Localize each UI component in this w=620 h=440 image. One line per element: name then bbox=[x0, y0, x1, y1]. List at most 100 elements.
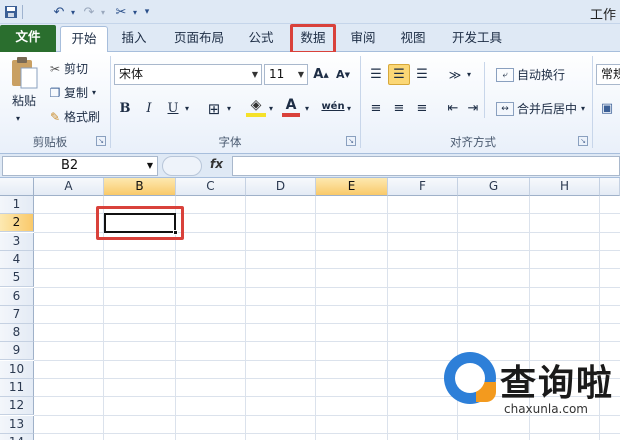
font-color-dropdown-icon[interactable]: ▾ bbox=[302, 98, 312, 119]
grow-font-button[interactable]: A ▲ bbox=[312, 64, 330, 85]
format-painter-button[interactable]: ✎ 格式刷 bbox=[46, 108, 100, 125]
watermark-name: 查询啦 bbox=[500, 363, 615, 404]
select-all-corner[interactable] bbox=[0, 178, 34, 196]
paste-label: 粘贴 bbox=[11, 94, 36, 108]
shrink-font-button[interactable]: A ▼ bbox=[334, 64, 352, 85]
alignment-launcher-icon[interactable]: ↘ bbox=[578, 136, 588, 146]
copy-dropdown-icon[interactable]: ▾ bbox=[92, 88, 96, 97]
decrease-indent-icon[interactable]: ⇤ bbox=[444, 98, 462, 119]
italic-button[interactable]: I bbox=[140, 98, 158, 119]
align-bottom-icon[interactable]: ☰ bbox=[412, 64, 432, 85]
font-group-label: 字体 bbox=[218, 135, 242, 149]
fill-color-dropdown-icon[interactable]: ▾ bbox=[266, 98, 276, 119]
insert-function-icon[interactable]: fx bbox=[210, 157, 223, 171]
fill-color-icon[interactable]: ◈ bbox=[246, 96, 266, 117]
redo-dropdown-icon[interactable]: ▾ bbox=[94, 3, 112, 21]
orientation-icon[interactable]: ≫ bbox=[444, 64, 466, 85]
column-header-f[interactable]: F bbox=[388, 178, 458, 196]
name-box[interactable]: B2 ▼ bbox=[2, 156, 158, 176]
row-header-13[interactable]: 13 bbox=[0, 415, 34, 434]
wrap-text-icon: ⤶ bbox=[496, 67, 514, 82]
tab-view[interactable]: 视图 bbox=[392, 26, 434, 52]
merge-center-button[interactable]: ↔ 合并后居中 ▾ bbox=[496, 100, 585, 117]
tab-formulas[interactable]: 公式 bbox=[240, 26, 282, 52]
copy-button[interactable]: ❐ 复制 ▾ bbox=[46, 84, 96, 101]
column-header-a[interactable]: A bbox=[34, 178, 104, 196]
bold-button[interactable]: B bbox=[116, 98, 134, 119]
orientation-dropdown-icon[interactable]: ▾ bbox=[464, 64, 474, 85]
tab-developer[interactable]: 开发工具 bbox=[444, 26, 510, 52]
font-launcher-icon[interactable]: ↘ bbox=[346, 136, 356, 146]
row-header-1[interactable]: 1 bbox=[0, 196, 34, 214]
paste-button[interactable]: 粘贴 bbox=[6, 56, 42, 109]
tab-data[interactable]: 数据 bbox=[290, 24, 336, 54]
phonetic-icon: wén bbox=[321, 101, 345, 112]
font-size-combo[interactable]: 11 ▼ bbox=[264, 64, 308, 85]
tab-file[interactable]: 文件 bbox=[0, 25, 56, 52]
row-header-4[interactable]: 4 bbox=[0, 250, 34, 269]
align-right-icon[interactable]: ≡ bbox=[412, 98, 432, 119]
scissors-icon: ✂ bbox=[49, 61, 61, 76]
currency-icon[interactable]: ▣ bbox=[598, 98, 616, 119]
row-header-5[interactable]: 5 bbox=[0, 269, 34, 288]
align-top-icon[interactable]: ☰ bbox=[366, 64, 386, 85]
row-header-3[interactable]: 3 bbox=[0, 232, 34, 251]
column-header-e[interactable]: E bbox=[316, 178, 388, 196]
row-header-8[interactable]: 8 bbox=[0, 324, 34, 343]
borders-icon[interactable]: ⊞ bbox=[204, 98, 224, 119]
row-gridline bbox=[34, 249, 620, 251]
column-header-d[interactable]: D bbox=[246, 178, 316, 196]
save-icon[interactable] bbox=[2, 3, 20, 21]
paste-dropdown-icon[interactable]: ▾ bbox=[16, 114, 20, 123]
underline-button[interactable]: U bbox=[164, 98, 182, 119]
column-header-c[interactable]: C bbox=[176, 178, 246, 196]
highlight-box bbox=[96, 206, 184, 240]
formula-bar-splitter[interactable] bbox=[162, 156, 202, 176]
phonetic-guide-button[interactable]: wén bbox=[321, 96, 345, 117]
merge-dropdown-icon[interactable]: ▾ bbox=[581, 104, 585, 113]
formula-input[interactable] bbox=[232, 156, 620, 176]
row-header-9[interactable]: 9 bbox=[0, 342, 34, 361]
tab-page-layout[interactable]: 页面布局 bbox=[164, 26, 234, 52]
cut-button[interactable]: ✂ 剪切 bbox=[46, 60, 88, 77]
underline-dropdown-icon[interactable]: ▾ bbox=[182, 98, 192, 119]
align-center-icon[interactable]: ≡ bbox=[388, 98, 410, 119]
row-header-12[interactable]: 12 bbox=[0, 397, 34, 416]
phonetic-dropdown-icon[interactable]: ▾ bbox=[344, 98, 354, 119]
column-header-overflow[interactable] bbox=[600, 178, 620, 196]
borders-dropdown-icon[interactable]: ▾ bbox=[224, 98, 234, 119]
row-gridline bbox=[34, 341, 620, 343]
customize-quick-access-icon[interactable]: ▾ bbox=[138, 3, 156, 21]
tab-home[interactable]: 开始 bbox=[60, 26, 108, 53]
tab-insert[interactable]: 插入 bbox=[112, 26, 156, 52]
chevron-down-icon: ▼ bbox=[251, 70, 258, 79]
shrink-font-icon: A bbox=[336, 68, 345, 81]
number-format-combo[interactable]: 常规 bbox=[596, 64, 620, 85]
align-middle-icon[interactable]: ☰ bbox=[388, 64, 410, 85]
row-header-14[interactable]: 14 bbox=[0, 433, 34, 440]
align-left-icon[interactable]: ≡ bbox=[366, 98, 386, 119]
row-header-10[interactable]: 10 bbox=[0, 360, 34, 379]
tab-review[interactable]: 审阅 bbox=[342, 26, 384, 52]
alignment-group-label: 对齐方式 bbox=[450, 135, 496, 149]
column-header-h[interactable]: H bbox=[530, 178, 600, 196]
name-box-value: B2 bbox=[61, 158, 79, 173]
watermark-url: chaxunla.com bbox=[504, 402, 588, 416]
cut-label: 剪切 bbox=[64, 62, 89, 76]
font-name-combo[interactable]: 宋体 ▼ bbox=[114, 64, 262, 85]
merge-center-label: 合并后居中 bbox=[517, 102, 578, 116]
row-header-11[interactable]: 11 bbox=[0, 379, 34, 397]
increase-indent-icon[interactable]: ⇥ bbox=[464, 98, 482, 119]
row-header-7[interactable]: 7 bbox=[0, 305, 34, 324]
clipboard-launcher-icon[interactable]: ↘ bbox=[96, 136, 106, 146]
column-header-g[interactable]: G bbox=[458, 178, 530, 196]
copy-icon: ❐ bbox=[49, 85, 61, 100]
font-color-icon[interactable]: A bbox=[282, 96, 300, 117]
ribbon: 粘贴 ▾ ✂ 剪切 ❐ 复制 ▾ ✎ 格式刷 剪贴板 ↘ 宋体 ▼ 11 ▼ A… bbox=[0, 52, 620, 154]
wrap-text-label: 自动换行 bbox=[517, 68, 566, 82]
column-header-b[interactable]: B bbox=[104, 178, 176, 196]
group-divider bbox=[484, 62, 485, 118]
wrap-text-button[interactable]: ⤶ 自动换行 bbox=[496, 66, 565, 83]
row-header-6[interactable]: 6 bbox=[0, 287, 34, 306]
row-header-2[interactable]: 2 bbox=[0, 214, 34, 233]
